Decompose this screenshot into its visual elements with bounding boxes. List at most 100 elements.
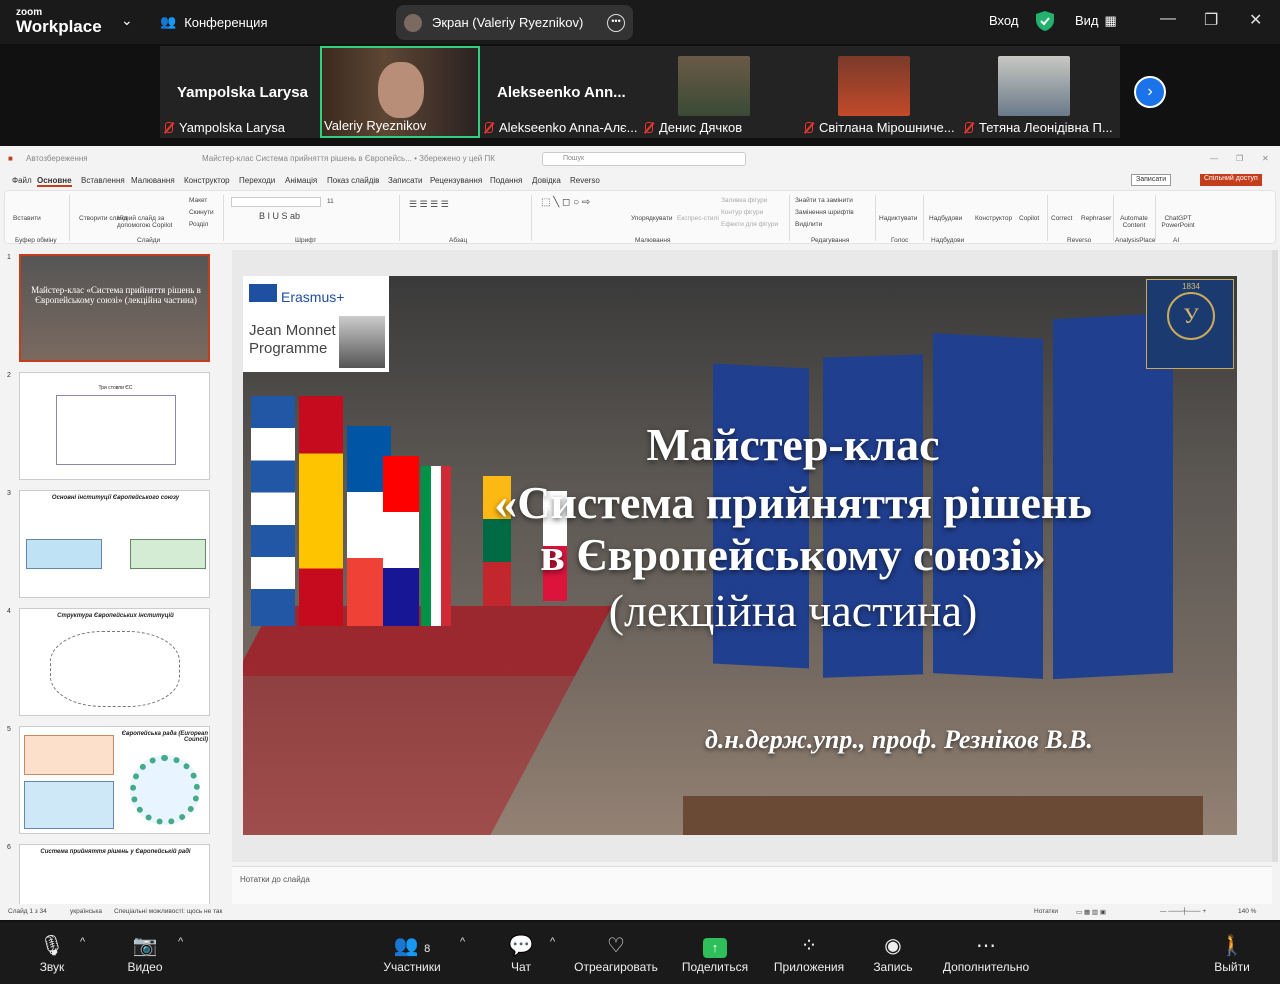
tab-insert[interactable]: Вставлення — [81, 176, 125, 185]
shape-fill-button[interactable]: Заливка фігури — [721, 197, 767, 204]
paste-button[interactable]: Вставити — [13, 215, 41, 222]
react-button[interactable]: ♡ Отреагировать — [572, 934, 660, 974]
video-options-caret[interactable]: ^ — [178, 936, 183, 948]
search-input[interactable]: Пошук — [542, 152, 746, 166]
restore-icon[interactable]: ❐ — [1204, 10, 1218, 30]
share-screen-button[interactable]: ↑ Поделиться — [680, 934, 750, 974]
participant-label: Світлана Мірошниче... — [802, 120, 955, 135]
language[interactable]: українська — [70, 908, 102, 915]
dictate-button[interactable]: Надиктувати — [879, 215, 917, 222]
shape-effects-button[interactable]: Ефекти для фігури — [721, 221, 778, 228]
font-family-select[interactable] — [231, 197, 321, 207]
tab-view[interactable]: Подання — [490, 176, 522, 185]
more-button[interactable]: ⋯ Дополнительно — [938, 934, 1034, 974]
paragraph-buttons[interactable]: ☰ ☰ ☰ ☰ — [409, 199, 449, 210]
correct-button[interactable]: Correct — [1051, 215, 1072, 222]
record-button[interactable]: ◉ Запись — [870, 934, 916, 974]
document-title: Майстер-клас Система прийняття рішень в … — [202, 154, 495, 163]
chat-options-caret[interactable]: ^ — [550, 936, 555, 948]
share-button[interactable]: Спільний доступ — [1200, 174, 1262, 186]
close-icon[interactable]: ✕ — [1262, 154, 1269, 163]
audio-options-caret[interactable]: ^ — [80, 936, 85, 948]
participants-button[interactable]: 👥 8 Участники — [380, 934, 444, 974]
copilot-button[interactable]: Copilot — [1019, 215, 1039, 222]
chat-button[interactable]: 💬 Чат — [504, 934, 538, 974]
view-label: Вид — [1075, 13, 1099, 28]
tab-slideshow[interactable]: Показ слайдів — [327, 176, 379, 185]
arrange-button[interactable]: Упорядкувати — [631, 215, 672, 222]
leave-button[interactable]: 🚶 Выйти — [1210, 934, 1254, 974]
vertical-scrollbar[interactable] — [1272, 250, 1278, 862]
zoom-slider[interactable]: — ───┼─── + — [1160, 908, 1206, 915]
minimize-icon[interactable]: — — [1210, 154, 1218, 163]
participant-tile[interactable]: Світлана Мірошниче... — [800, 46, 960, 138]
participant-tile-active-speaker[interactable]: Valeriy Ryeznikov — [320, 46, 480, 138]
layout-button[interactable]: Макет — [189, 197, 207, 204]
chatgpt-button[interactable]: ChatGPT PowerPoint — [1159, 215, 1197, 229]
participant-tile[interactable]: Yampolska Larysa Yampolska Larysa — [160, 46, 320, 138]
record-button[interactable]: Записати — [1131, 174, 1172, 186]
tab-file[interactable]: Файл — [12, 176, 32, 185]
quick-styles-button[interactable]: Експрес-стилі — [677, 215, 719, 222]
select-button[interactable]: Виділити — [795, 221, 822, 228]
slide-thumbnail[interactable]: Три стовпи ЄС — [19, 372, 210, 480]
audio-button[interactable]: 🎙 Звук — [34, 934, 70, 974]
slide-thumbnail[interactable]: Європейська рада (European Council) — [19, 726, 210, 834]
tab-animations[interactable]: Анімація — [285, 176, 317, 185]
screen-share-label: Экран (Valeriy Ryeznikov) — [432, 15, 584, 30]
find-replace-button[interactable]: Знайти та замінити — [795, 197, 853, 204]
autosave-toggle[interactable]: Автозбереження — [26, 154, 88, 163]
participants-options-caret[interactable]: ^ — [460, 936, 465, 948]
slide-thumbnail[interactable]: Майстер-клас «Система прийняття рішень в… — [19, 254, 210, 362]
current-slide[interactable]: Erasmus+ Jean Monnet Programme 1834 У Май… — [243, 276, 1237, 835]
login-button[interactable]: Вход — [989, 13, 1018, 28]
tab-record[interactable]: Записати — [388, 176, 423, 185]
rephraser-button[interactable]: Rephraser — [1081, 215, 1111, 222]
slide-thumbnail[interactable]: Система прийняття рішень у Європейській … — [19, 844, 210, 904]
replace-fonts-button[interactable]: Замінення шрифтів — [795, 209, 854, 216]
accessibility-status[interactable]: Спеціальні можливості: щось не так — [114, 908, 222, 915]
minimize-icon[interactable]: — — [1160, 10, 1176, 28]
tab-review[interactable]: Рецензування — [430, 176, 482, 185]
addins-button[interactable]: Надбудови — [929, 215, 962, 222]
chevron-down-icon[interactable]: ⌄ — [121, 12, 133, 29]
jean-monnet-line: Jean Monnet — [249, 322, 336, 339]
conference-button[interactable]: 👥 Конференция — [160, 10, 267, 34]
tab-home[interactable]: Основне — [37, 176, 72, 187]
tab-draw[interactable]: Малювання — [131, 176, 175, 185]
zoom-level[interactable]: 140 % — [1238, 908, 1256, 915]
close-icon[interactable]: ✕ — [1249, 10, 1262, 30]
mic-muted-icon — [642, 121, 654, 134]
automate-content-button[interactable]: Automate Content — [1117, 215, 1151, 229]
screen-share-pill[interactable]: Экран (Valeriy Ryeznikov) ••• — [396, 5, 633, 40]
tab-help[interactable]: Довідка — [532, 176, 561, 185]
shape-outline-button[interactable]: Контур фігури — [721, 209, 763, 216]
view-button[interactable]: Вид ▦ — [1075, 13, 1117, 29]
apps-button[interactable]: ⁘ Приложения — [770, 934, 848, 974]
font-size-select[interactable]: 11 — [327, 198, 334, 205]
slide-table — [683, 796, 1203, 835]
participant-tile[interactable]: Alekseenko Ann... Alekseenko Anna-Алє... — [480, 46, 640, 138]
copilot-slide-button[interactable]: Новий слайд за допомогою Copilot — [117, 215, 179, 229]
restore-icon[interactable]: ❐ — [1236, 154, 1243, 163]
slide-thumbnail[interactable]: Основні інституції Європейського союзу — [19, 490, 210, 598]
participant-tile[interactable]: Тетяна Леонідівна П... — [960, 46, 1120, 138]
participant-tile[interactable]: Денис Дячков — [640, 46, 800, 138]
tab-design[interactable]: Конструктор — [184, 176, 230, 185]
slide-title-line2: «Система прийняття рішень — [494, 477, 1092, 528]
section-button[interactable]: Розділ — [189, 221, 208, 228]
group-label: Шрифт — [295, 237, 317, 244]
slide-thumbnail[interactable]: Структура Європейських інституцій — [19, 608, 210, 716]
notes-button[interactable]: Нотатки — [1034, 908, 1058, 915]
text-format-buttons[interactable]: B I U S ab — [259, 211, 300, 221]
view-buttons[interactable]: ▭ ▦ ▥ ▣ — [1076, 908, 1106, 916]
video-button[interactable]: 📷 Видео — [124, 934, 166, 974]
designer-button[interactable]: Конструктор — [975, 215, 1012, 222]
reset-button[interactable]: Скинути — [189, 209, 214, 216]
tab-reverso[interactable]: Reverso — [570, 176, 600, 185]
tab-transitions[interactable]: Переходи — [239, 176, 275, 185]
more-icon[interactable]: ••• — [607, 13, 625, 32]
shapes-gallery[interactable]: ⬚ ╲ ◻ ○ ⇨ — [541, 197, 590, 208]
next-participants-button[interactable]: › — [1134, 76, 1166, 108]
notes-pane[interactable]: Нотатки до слайда — [232, 866, 1272, 906]
